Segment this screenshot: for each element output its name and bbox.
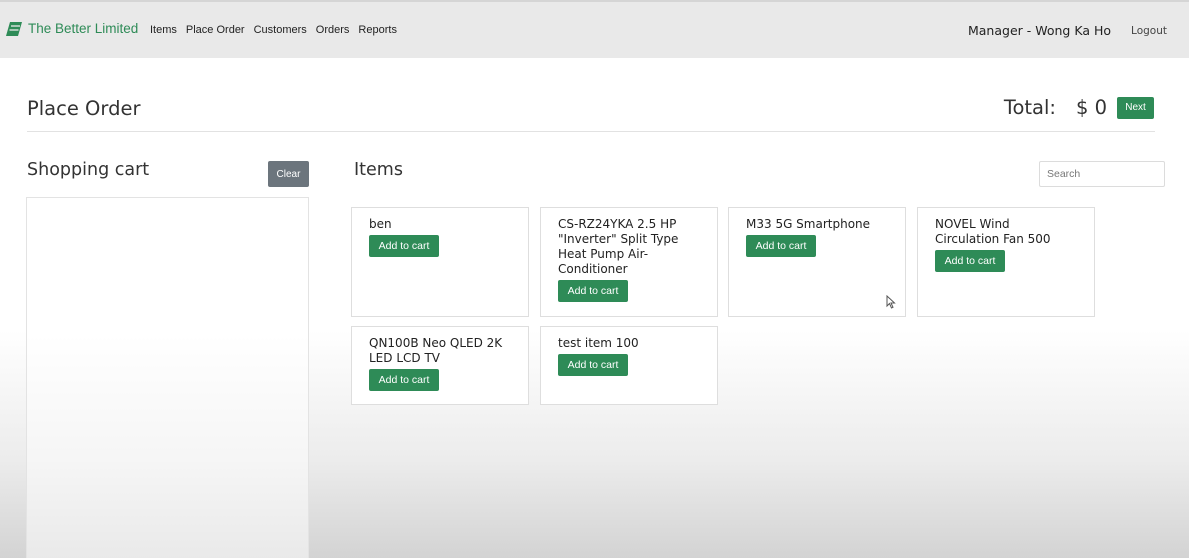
- item-name: QN100B Neo QLED 2K LED LCD TV: [369, 336, 503, 365]
- order-total: Total: $ 0 Next: [1004, 96, 1154, 119]
- page-title: Place Order: [27, 97, 141, 120]
- clear-cart-button[interactable]: Clear: [268, 161, 309, 187]
- brand-logo-icon: [6, 21, 22, 36]
- add-to-cart-button[interactable]: Add to cart: [935, 250, 1005, 272]
- item-name: M33 5G Smartphone: [746, 217, 871, 231]
- item-card: NOVEL Wind Circulation Fan 500 Add to ca…: [917, 207, 1095, 317]
- current-user-label: Manager - Wong Ka Ho: [967, 23, 1111, 38]
- add-to-cart-button[interactable]: Add to cart: [369, 235, 439, 257]
- items-title: Items: [354, 160, 403, 180]
- search-input[interactable]: [1039, 161, 1165, 187]
- item-card: ben Add to cart: [351, 207, 529, 317]
- header-divider: [27, 131, 1155, 132]
- add-to-cart-button[interactable]: Add to cart: [558, 280, 628, 302]
- item-card: CS-RZ24YKA 2.5 HP "Inverter" Split Type …: [540, 207, 718, 317]
- nav-links: Items Place Order Customers Orders Repor…: [150, 24, 397, 36]
- brand-name: The Better Limited: [28, 21, 139, 36]
- logout-link[interactable]: Logout: [1131, 25, 1167, 37]
- item-card: QN100B Neo QLED 2K LED LCD TV Add to car…: [351, 326, 529, 405]
- add-to-cart-button[interactable]: Add to cart: [746, 235, 816, 257]
- total-label: Total:: [1003, 96, 1056, 119]
- mouse-cursor-icon: [886, 295, 896, 309]
- nav-item-reports[interactable]: Reports: [358, 24, 397, 36]
- add-to-cart-button[interactable]: Add to cart: [558, 354, 628, 376]
- item-name: NOVEL Wind Circulation Fan 500: [935, 217, 1051, 246]
- nav-item-place-order[interactable]: Place Order: [186, 24, 245, 36]
- item-card: M33 5G Smartphone Add to cart: [728, 207, 906, 317]
- item-name: test item 100: [558, 336, 639, 350]
- brand-link[interactable]: The Better Limited: [6, 21, 138, 36]
- item-name: ben: [369, 217, 392, 231]
- total-value: $ 0: [1075, 96, 1107, 119]
- navbar: The Better Limited Items Place Order Cus…: [0, 0, 1189, 58]
- item-name: CS-RZ24YKA 2.5 HP "Inverter" Split Type …: [558, 217, 679, 276]
- nav-item-customers[interactable]: Customers: [254, 24, 307, 36]
- nav-item-items[interactable]: Items: [150, 24, 177, 36]
- shopping-cart-title: Shopping cart: [27, 160, 150, 180]
- shopping-cart-list: [26, 197, 309, 558]
- next-button[interactable]: Next: [1117, 96, 1154, 119]
- item-card: test item 100 Add to cart: [540, 326, 718, 405]
- add-to-cart-button[interactable]: Add to cart: [369, 369, 439, 391]
- nav-item-orders[interactable]: Orders: [316, 24, 350, 36]
